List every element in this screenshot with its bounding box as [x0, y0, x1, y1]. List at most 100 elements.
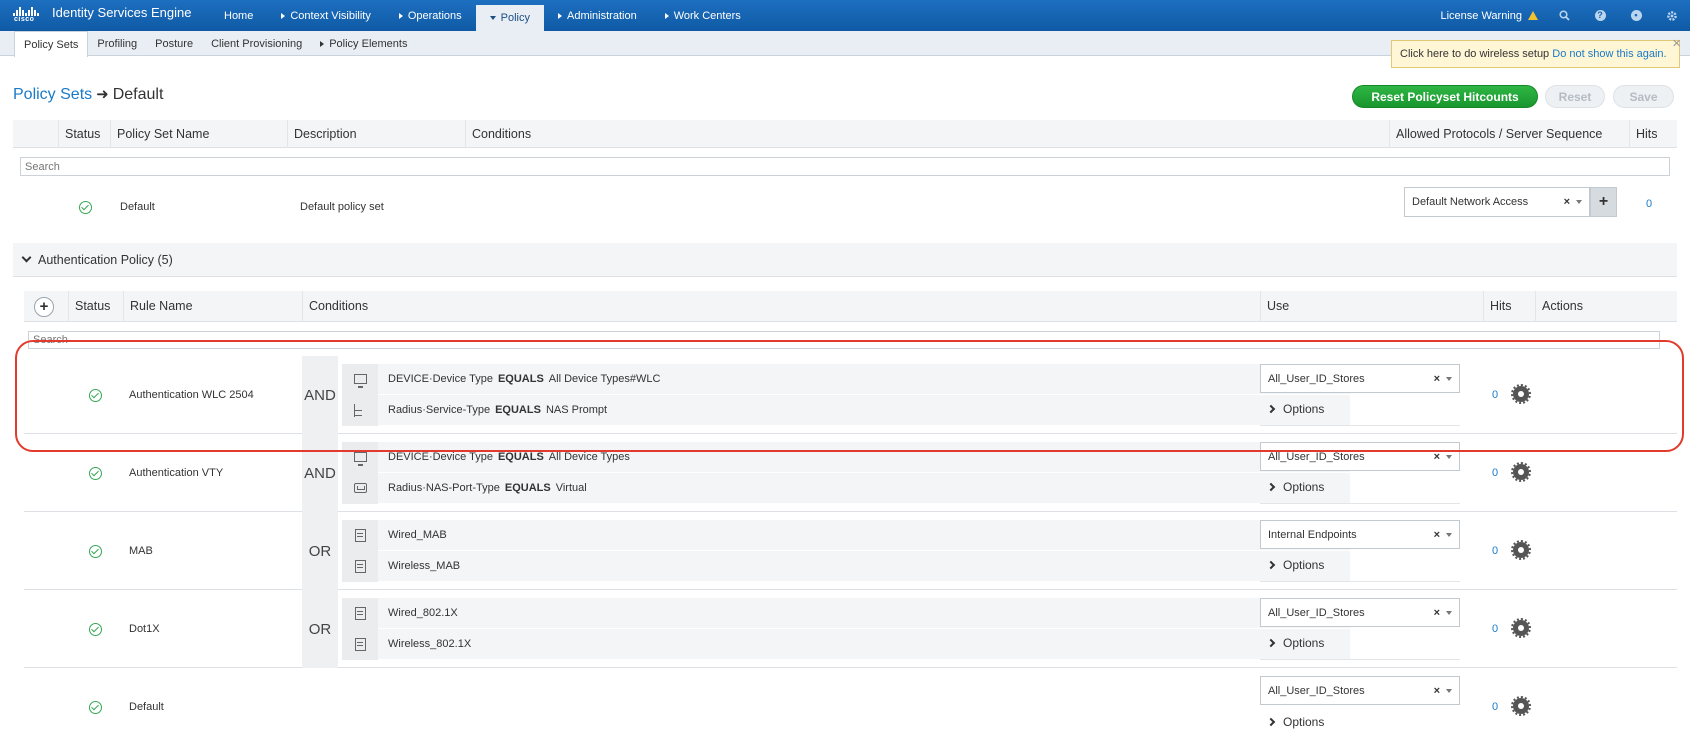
reset-button[interactable]: Reset	[1545, 85, 1605, 108]
table-row[interactable]: Authentication VTY AND DEVICE·Device Typ…	[24, 434, 1677, 512]
subnav-posture[interactable]: Posture	[146, 31, 202, 56]
condition-item[interactable]: DEVICE·Device Type EQUALS All Device Types…	[342, 363, 1350, 395]
policy-sets-search-input[interactable]	[20, 157, 1670, 176]
clear-icon[interactable]: ×	[1434, 529, 1440, 541]
condition-item[interactable]: Wired_MAB	[342, 519, 1350, 551]
status-ok-icon[interactable]	[89, 590, 102, 668]
options-toggle[interactable]: Options	[1260, 549, 1460, 582]
identity-store-select[interactable]: All_User_ID_Stores ×	[1260, 598, 1460, 627]
header-policy-set-name[interactable]: Policy Set Name	[110, 120, 287, 148]
add-rule-button[interactable]: +	[34, 297, 54, 317]
policy-set-name[interactable]: Default	[120, 186, 155, 228]
header-rule-name[interactable]: Rule Name	[123, 291, 302, 322]
table-row[interactable]: Dot1X OR Wired_802.1X Wireless_802.1X Al…	[24, 590, 1677, 668]
notification-icon[interactable]: •	[1618, 0, 1654, 31]
options-toggle[interactable]: Options	[1260, 393, 1460, 426]
condition-item[interactable]: Wireless_802.1X	[342, 628, 1350, 660]
nav-home[interactable]: Home	[210, 0, 267, 31]
identity-store-select[interactable]: All_User_ID_Stores ×	[1260, 442, 1460, 471]
clear-icon[interactable]: ×	[1434, 685, 1440, 697]
nav-administration[interactable]: Administration	[544, 0, 651, 31]
nav-operations[interactable]: Operations	[385, 0, 476, 31]
rule-name[interactable]: MAB	[129, 512, 153, 590]
popup-dismiss-link[interactable]: Do not show this again.	[1552, 48, 1666, 60]
condition-item[interactable]: Radius·NAS-Port-Type EQUALS Virtual	[342, 472, 1350, 504]
condition-item[interactable]: DEVICE·Device Type EQUALS All Device Types	[342, 441, 1350, 473]
conditions-list[interactable]: DEVICE·Device Type EQUALS All Device Types…	[342, 441, 1350, 504]
gear-icon[interactable]	[1511, 384, 1531, 404]
subnav-policy-elements[interactable]: Policy Elements	[311, 31, 416, 56]
rule-name[interactable]: Default	[129, 668, 164, 746]
reset-hitcounts-button[interactable]: Reset Policyset Hitcounts	[1352, 85, 1538, 108]
conditions-list[interactable]: DEVICE·Device Type EQUALS All Device Types…	[342, 363, 1350, 426]
chevron-down-icon[interactable]	[1446, 454, 1452, 459]
table-row[interactable]: Default All_User_ID_Stores × Options 0	[24, 668, 1677, 746]
logo-text: cisco	[14, 16, 35, 23]
top-right-tools: License Warning ? •	[1440, 0, 1690, 31]
chevron-down-icon[interactable]	[1446, 376, 1452, 381]
rule-name[interactable]: Authentication VTY	[129, 434, 223, 512]
condition-item[interactable]: Wireless_MAB	[342, 550, 1350, 582]
identity-store-select[interactable]: Internal Endpoints ×	[1260, 520, 1460, 549]
policy-set-row[interactable]: Default Default policy set Default Netwo…	[13, 186, 1677, 228]
gear-icon[interactable]	[1511, 696, 1531, 716]
add-protocol-button[interactable]: +	[1590, 187, 1617, 217]
gear-icon[interactable]	[1511, 540, 1531, 560]
status-ok-icon[interactable]	[89, 668, 102, 746]
options-toggle[interactable]: Options	[1260, 471, 1460, 504]
subnav-policy-sets[interactable]: Policy Sets	[14, 31, 89, 57]
gear-icon[interactable]	[1511, 618, 1531, 638]
subnav-profiling[interactable]: Profiling	[88, 31, 146, 56]
gear-icon[interactable]	[1511, 462, 1531, 482]
options-toggle[interactable]: Options	[1260, 627, 1460, 660]
rule-name[interactable]: Authentication WLC 2504	[129, 356, 254, 434]
auth-table-header: + Status Rule Name Conditions Use Hits A…	[24, 291, 1677, 322]
nav-context-visibility[interactable]: Context Visibility	[267, 0, 385, 31]
condition-operator: OR	[302, 512, 338, 590]
save-button[interactable]: Save	[1613, 85, 1674, 108]
library-condition-icon	[342, 550, 378, 582]
license-warning[interactable]: License Warning	[1440, 10, 1538, 22]
status-ok-icon[interactable]	[79, 186, 92, 228]
auth-search-input[interactable]	[28, 331, 1660, 349]
breadcrumb-current: Default	[112, 86, 164, 103]
clear-icon[interactable]: ×	[1434, 451, 1440, 463]
app-title: Identity Services Engine	[52, 5, 192, 20]
rule-hits: 0	[1492, 389, 1499, 401]
chevron-down-icon[interactable]	[1446, 532, 1452, 537]
rule-name[interactable]: Dot1X	[129, 590, 160, 668]
condition-item[interactable]: Radius·Service-Type EQUALS NAS Prompt	[342, 394, 1350, 426]
status-ok-icon[interactable]	[89, 356, 102, 434]
cisco-logo-bars-icon	[13, 6, 39, 16]
chevron-right-icon	[1266, 638, 1276, 648]
authentication-policy-section[interactable]: Authentication Policy (5)	[13, 243, 1677, 277]
help-icon[interactable]: ?	[1582, 0, 1618, 31]
identity-store-select[interactable]: All_User_ID_Stores ×	[1260, 364, 1460, 393]
nav-policy[interactable]: Policy	[475, 5, 544, 31]
condition-item[interactable]: Wired_802.1X	[342, 597, 1350, 629]
conditions-list[interactable]: Wired_MAB Wireless_MAB	[342, 519, 1350, 582]
breadcrumb-policy-sets[interactable]: Policy Sets	[13, 86, 92, 103]
conditions-list[interactable]: Wired_802.1X Wireless_802.1X	[342, 597, 1350, 660]
search-icon[interactable]	[1546, 0, 1582, 31]
close-icon[interactable]: ×	[1672, 35, 1681, 52]
status-ok-icon[interactable]	[89, 512, 102, 590]
identity-store-select[interactable]: All_User_ID_Stores ×	[1260, 676, 1460, 705]
nav-work-centers[interactable]: Work Centers	[651, 0, 755, 31]
options-toggle[interactable]: Options	[1260, 705, 1460, 738]
table-row[interactable]: MAB OR Wired_MAB Wireless_MAB Internal E…	[24, 512, 1677, 590]
cisco-logo[interactable]: cisco	[13, 6, 39, 26]
subnav-client-provisioning[interactable]: Client Provisioning	[202, 31, 311, 56]
clear-icon[interactable]: ×	[1434, 607, 1440, 619]
table-row[interactable]: Authentication WLC 2504 AND DEVICE·Devic…	[24, 356, 1677, 434]
chevron-down-icon[interactable]	[1576, 200, 1582, 204]
gear-icon[interactable]	[1654, 0, 1690, 31]
chevron-down-icon[interactable]	[1446, 610, 1452, 615]
wireless-setup-popup[interactable]: Click here to do wireless setup Do not s…	[1391, 35, 1681, 68]
chevron-down-icon[interactable]	[1446, 688, 1452, 693]
clear-icon[interactable]: ×	[1434, 373, 1440, 385]
status-ok-icon[interactable]	[89, 434, 102, 512]
clear-icon[interactable]: ×	[1564, 196, 1570, 208]
allowed-protocols-select[interactable]: Default Network Access ×	[1404, 187, 1590, 217]
header-status: Status	[58, 120, 110, 148]
